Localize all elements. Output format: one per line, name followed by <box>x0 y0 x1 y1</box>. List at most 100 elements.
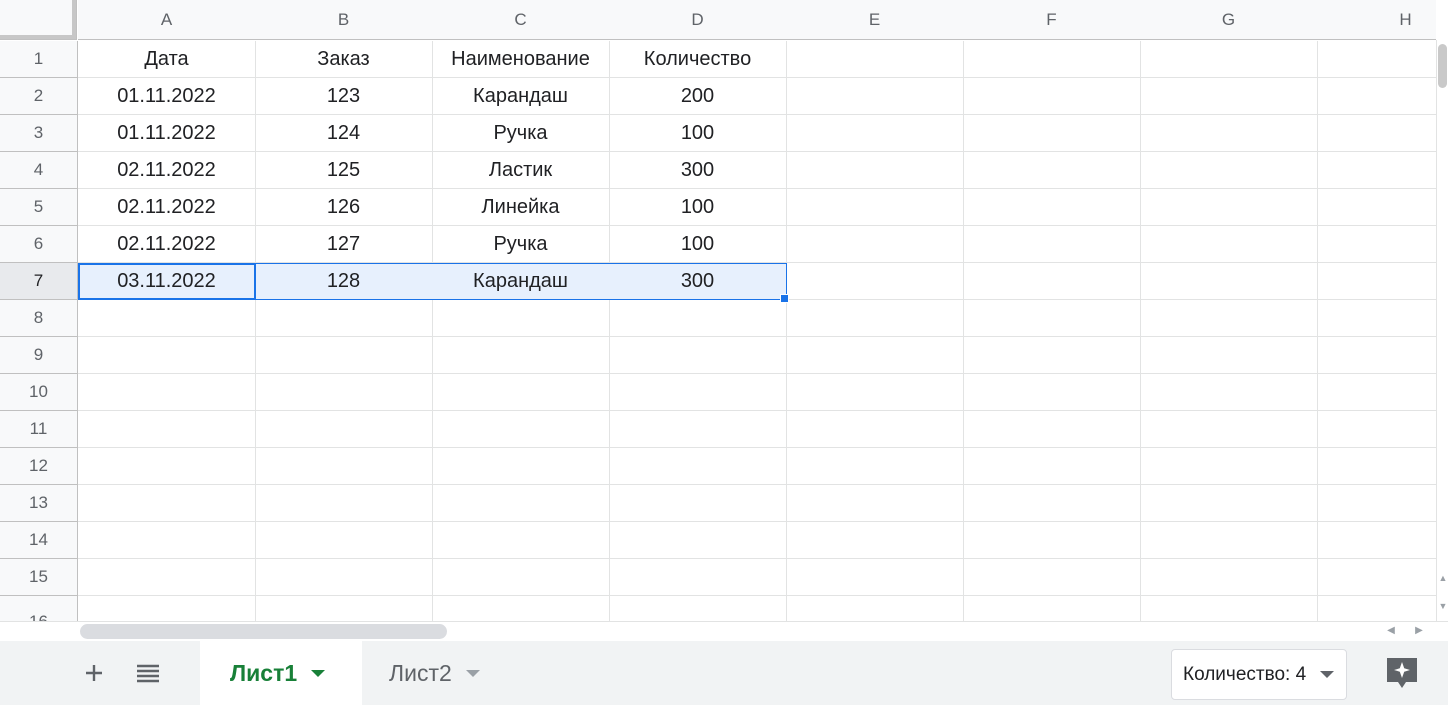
cell-b15[interactable] <box>255 559 433 596</box>
scroll-down-icon[interactable]: ▼ <box>1438 599 1448 613</box>
cell-a3[interactable]: 01.11.2022 <box>78 115 256 152</box>
vertical-scroll-thumb[interactable] <box>1438 44 1447 88</box>
cell-d3[interactable]: 100 <box>609 115 787 152</box>
cell-e8[interactable] <box>786 300 964 337</box>
cell-d10[interactable] <box>609 374 787 411</box>
cell-h14[interactable] <box>1317 522 1436 559</box>
cell-d5[interactable]: 100 <box>609 189 787 226</box>
cell-d15[interactable] <box>609 559 787 596</box>
row-header-4[interactable]: 4 <box>0 152 78 189</box>
cell-e14[interactable] <box>786 522 964 559</box>
cell-g16[interactable] <box>1140 596 1318 621</box>
cell-h2[interactable] <box>1317 78 1436 115</box>
cell-c6[interactable]: Ручка <box>432 226 610 263</box>
cell-g13[interactable] <box>1140 485 1318 522</box>
scroll-left-icon[interactable]: ◀ <box>1380 622 1402 640</box>
cell-g7[interactable] <box>1140 263 1318 300</box>
cell-a2[interactable]: 01.11.2022 <box>78 78 256 115</box>
row-header-3[interactable]: 3 <box>0 115 78 152</box>
sheet-tab-2[interactable]: Лист2 <box>362 641 522 705</box>
cell-g9[interactable] <box>1140 337 1318 374</box>
summary-dropdown[interactable]: Количество: 4 <box>1171 649 1347 700</box>
cell-a7[interactable]: 03.11.2022 <box>78 263 256 300</box>
column-header-b[interactable]: B <box>255 0 433 40</box>
column-header-f[interactable]: F <box>963 0 1141 40</box>
vertical-scrollbar[interactable] <box>1436 40 1448 621</box>
cell-g12[interactable] <box>1140 448 1318 485</box>
cell-a12[interactable] <box>78 448 256 485</box>
column-header-c[interactable]: C <box>432 0 610 40</box>
cell-b6[interactable]: 127 <box>255 226 433 263</box>
cell-f7[interactable] <box>963 263 1141 300</box>
cell-g1[interactable] <box>1140 41 1318 78</box>
cell-h3[interactable] <box>1317 115 1436 152</box>
chevron-down-icon[interactable] <box>311 669 326 677</box>
column-header-h[interactable]: H <box>1317 0 1436 40</box>
cell-f1[interactable] <box>963 41 1141 78</box>
cell-a1[interactable]: Дата <box>78 41 256 78</box>
cell-g4[interactable] <box>1140 152 1318 189</box>
cell-f5[interactable] <box>963 189 1141 226</box>
cell-c9[interactable] <box>432 337 610 374</box>
cell-h15[interactable] <box>1317 559 1436 596</box>
cell-f9[interactable] <box>963 337 1141 374</box>
explore-icon[interactable] <box>1384 655 1420 691</box>
row-header-11[interactable]: 11 <box>0 411 78 448</box>
cell-f4[interactable] <box>963 152 1141 189</box>
cell-c12[interactable] <box>432 448 610 485</box>
cell-b12[interactable] <box>255 448 433 485</box>
cell-b1[interactable]: Заказ <box>255 41 433 78</box>
cell-f6[interactable] <box>963 226 1141 263</box>
cell-a14[interactable] <box>78 522 256 559</box>
sheet-tab-1[interactable]: Лист1 <box>200 641 362 705</box>
cell-g14[interactable] <box>1140 522 1318 559</box>
list-icon[interactable] <box>128 641 168 705</box>
cell-h8[interactable] <box>1317 300 1436 337</box>
column-header-e[interactable]: E <box>786 0 964 40</box>
cell-e9[interactable] <box>786 337 964 374</box>
cell-e7[interactable] <box>786 263 964 300</box>
row-header-12[interactable]: 12 <box>0 448 78 485</box>
cell-g10[interactable] <box>1140 374 1318 411</box>
cell-b10[interactable] <box>255 374 433 411</box>
cell-a9[interactable] <box>78 337 256 374</box>
cell-g11[interactable] <box>1140 411 1318 448</box>
cell-e12[interactable] <box>786 448 964 485</box>
cell-c13[interactable] <box>432 485 610 522</box>
cell-c5[interactable]: Линейка <box>432 189 610 226</box>
cell-b7[interactable]: 128 <box>255 263 433 300</box>
cell-e11[interactable] <box>786 411 964 448</box>
cell-e3[interactable] <box>786 115 964 152</box>
cell-d9[interactable] <box>609 337 787 374</box>
cell-e4[interactable] <box>786 152 964 189</box>
cell-h16[interactable] <box>1317 596 1436 621</box>
cell-d4[interactable]: 300 <box>609 152 787 189</box>
cell-d7[interactable]: 300 <box>609 263 787 300</box>
cell-h5[interactable] <box>1317 189 1436 226</box>
cell-d16[interactable] <box>609 596 787 621</box>
cell-e6[interactable] <box>786 226 964 263</box>
cell-f12[interactable] <box>963 448 1141 485</box>
cell-a4[interactable]: 02.11.2022 <box>78 152 256 189</box>
row-header-14[interactable]: 14 <box>0 522 78 559</box>
cell-a8[interactable] <box>78 300 256 337</box>
cell-c11[interactable] <box>432 411 610 448</box>
plus-icon[interactable] <box>74 641 114 705</box>
cell-d8[interactable] <box>609 300 787 337</box>
column-header-a[interactable]: A <box>78 0 256 40</box>
cell-f15[interactable] <box>963 559 1141 596</box>
cell-b8[interactable] <box>255 300 433 337</box>
cell-c10[interactable] <box>432 374 610 411</box>
row-header-7[interactable]: 7 <box>0 263 78 300</box>
cell-f10[interactable] <box>963 374 1141 411</box>
cell-c7[interactable]: Карандаш <box>432 263 610 300</box>
fill-handle[interactable] <box>780 294 789 303</box>
cell-e13[interactable] <box>786 485 964 522</box>
cell-f16[interactable] <box>963 596 1141 621</box>
row-header-15[interactable]: 15 <box>0 559 78 596</box>
cell-h1[interactable] <box>1317 41 1436 78</box>
select-all-corner[interactable] <box>0 0 77 40</box>
cell-a10[interactable] <box>78 374 256 411</box>
cell-h9[interactable] <box>1317 337 1436 374</box>
scroll-right-icon[interactable]: ▶ <box>1408 622 1430 640</box>
